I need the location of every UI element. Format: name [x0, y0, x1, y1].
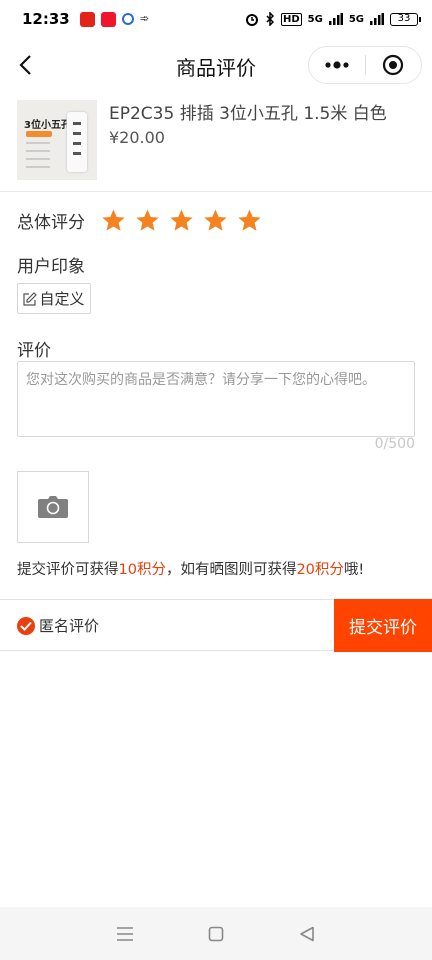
custom-tag-label: 自定义 [39, 290, 85, 308]
impression-label: 用户印象 [17, 257, 85, 277]
menu-button[interactable] [113, 922, 137, 946]
thumbnail-caption: 3位小五孔 [24, 120, 71, 131]
star-rating[interactable] [101, 208, 262, 233]
points-note: 提交评价可获得10积分，如有晒图则可获得20积分哦! [17, 562, 365, 578]
triangle-back-icon [299, 926, 314, 941]
submit-review-button[interactable]: 提交评价 [334, 599, 432, 652]
home-button[interactable] [204, 922, 228, 946]
status-bar: 12:33 ➾ HD 5G 5G 33 [0, 0, 432, 38]
target-circle-icon [383, 54, 404, 76]
product-card: 3位小五孔 EP2C35 排插 3位小五孔 1.5米 白色 ¥20.00 [17, 100, 417, 182]
menu-icon [117, 926, 134, 941]
status-time: 12:33 [22, 10, 70, 28]
points-second: 20积分 [296, 562, 344, 578]
anonymous-toggle[interactable]: 匿名评价 [17, 615, 99, 636]
system-nav-bar [0, 907, 432, 960]
signal-bars-icon [370, 13, 384, 25]
power-strip-image [67, 112, 87, 172]
review-placeholder: 您对这次购买的商品是否满意？请分享一下您的心得吧。 [26, 372, 376, 388]
product-price: ¥20.00 [109, 128, 165, 147]
battery-icon: 33 [390, 12, 421, 26]
signal-5g-1: 5G [307, 13, 323, 25]
chevron-left-icon [19, 55, 31, 75]
alarm-icon [245, 14, 258, 26]
signal-5g-2: 5G [348, 13, 364, 25]
review-textarea[interactable]: 您对这次购买的商品是否满意？请分享一下您的心得吧。 [17, 361, 415, 437]
status-indicators: HD 5G 5G 33 [245, 12, 421, 26]
review-label: 评价 [17, 341, 51, 361]
char-counter: 0/500 [374, 436, 415, 452]
back-system-button[interactable] [295, 922, 319, 946]
star-icon[interactable] [135, 208, 160, 233]
notification-icons: ➾ [79, 11, 154, 27]
star-icon[interactable] [101, 208, 126, 233]
app-notification-icon [100, 11, 116, 27]
signal-bars-icon [328, 13, 343, 25]
nav-bar: 商品评价 [0, 38, 432, 94]
camera-icon [38, 496, 68, 518]
divider [0, 191, 432, 192]
close-miniprogram-button[interactable] [366, 47, 422, 83]
star-icon[interactable] [203, 208, 228, 233]
product-name: EP2C35 排插 3位小五孔 1.5米 白色 [109, 104, 387, 124]
product-info: EP2C35 排插 3位小五孔 1.5米 白色 ¥20.00 [109, 100, 387, 182]
more-dots-icon [325, 61, 349, 69]
app-notification-icon [121, 13, 134, 25]
anonymous-label: 匿名评价 [39, 617, 100, 635]
checkmark-icon [17, 616, 35, 635]
product-thumbnail: 3位小五孔 [17, 100, 97, 180]
edit-icon [23, 291, 38, 306]
points-first: 10积分 [118, 562, 166, 578]
bottom-action-bar: 匿名评价 提交评价 [0, 599, 432, 652]
page-title: 商品评价 [176, 55, 256, 80]
hd-badge: HD [280, 12, 302, 26]
overall-rating-row: 总体评分 [17, 208, 262, 233]
star-icon[interactable] [169, 208, 194, 233]
rating-label: 总体评分 [17, 213, 85, 233]
custom-tag-button[interactable]: 自定义 [17, 283, 91, 314]
bluetooth-icon [266, 12, 275, 26]
square-home-icon [208, 926, 224, 941]
miniprogram-capsule [308, 46, 422, 84]
add-photo-button[interactable] [17, 471, 89, 543]
star-icon[interactable] [237, 208, 262, 233]
back-button[interactable] [10, 50, 40, 80]
app-notification-icon [79, 11, 95, 27]
more-button[interactable] [309, 47, 365, 83]
app-notification-icon: ➾ [139, 12, 149, 25]
